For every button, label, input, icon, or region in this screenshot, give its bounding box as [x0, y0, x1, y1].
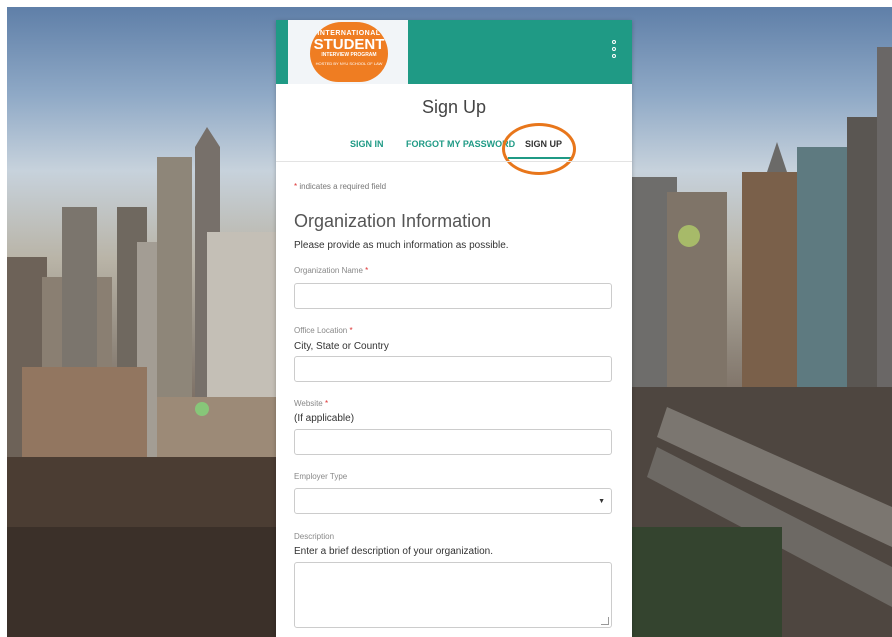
organization-name-input[interactable] [294, 283, 612, 309]
office-location-required: * [349, 326, 353, 335]
required-note-text: indicates a required field [297, 182, 387, 191]
office-location-label-text: Office Location [294, 326, 348, 335]
description-hint: Enter a brief description of your organi… [294, 546, 493, 557]
logo-text-line4: HOSTED BY NYU SCHOOL OF LAW [315, 61, 383, 66]
logo-text-line2: STUDENT [313, 36, 385, 53]
sign-up-card: INTERNATIONAL STUDENT INTERVIEW PROGRAM … [276, 20, 632, 637]
website-label-text: Website [294, 399, 323, 408]
office-location-label: Office Location * [294, 326, 353, 335]
logo-badge: INTERNATIONAL STUDENT INTERVIEW PROGRAM … [310, 22, 388, 82]
resize-grip-icon[interactable] [601, 617, 609, 625]
employer-type-select[interactable]: ▼ [294, 488, 612, 514]
caret-down-icon: ▼ [598, 498, 605, 505]
website-hint: (If applicable) [294, 413, 355, 424]
tabs-divider [276, 161, 632, 162]
website-input[interactable] [294, 429, 612, 455]
description-textarea[interactable] [294, 562, 612, 628]
office-location-input[interactable] [294, 356, 612, 382]
organization-name-required: * [365, 266, 369, 275]
section-title: Organization Information [294, 211, 492, 231]
tab-sign-in[interactable]: SIGN IN [350, 139, 384, 149]
organization-name-label-text: Organization Name [294, 266, 363, 275]
office-location-hint: City, State or Country [294, 341, 389, 352]
auth-tabs: SIGN IN FORGOT MY PASSWORD SIGN UP [276, 133, 632, 161]
description-label: Description [294, 532, 335, 541]
header-bar: INTERNATIONAL STUDENT INTERVIEW PROGRAM … [276, 20, 632, 84]
organization-name-label: Organization Name * [294, 266, 368, 275]
highlight-circle-annotation [502, 123, 576, 175]
tab-forgot-password[interactable]: FORGOT MY PASSWORD [406, 139, 515, 149]
required-field-note: * indicates a required field [294, 182, 386, 191]
kebab-menu-icon[interactable] [612, 40, 618, 62]
program-logo[interactable]: INTERNATIONAL STUDENT INTERVIEW PROGRAM … [288, 20, 408, 84]
page-title: Sign Up [421, 97, 487, 117]
employer-type-label: Employer Type [294, 472, 348, 481]
website-label: Website * [294, 399, 328, 408]
website-required: * [325, 399, 329, 408]
logo-text-line3: INTERVIEW PROGRAM [321, 52, 377, 58]
section-subtitle: Please provide as much information as po… [294, 240, 509, 251]
